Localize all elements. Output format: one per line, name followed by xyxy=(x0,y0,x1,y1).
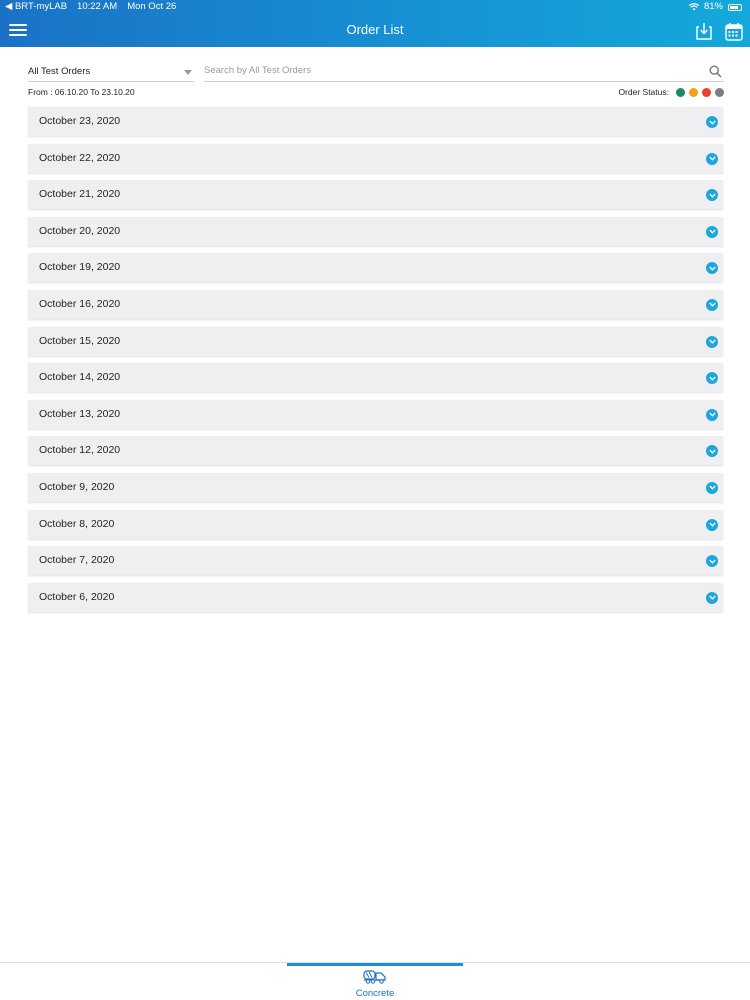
order-date-label: October 21, 2020 xyxy=(39,188,121,201)
order-date-row[interactable]: October 12, 2020 xyxy=(28,436,723,466)
order-date-label: October 8, 2020 xyxy=(39,517,115,530)
chevron-down-icon xyxy=(184,70,192,75)
order-date-label: October 22, 2020 xyxy=(39,151,121,164)
chevron-down-icon[interactable] xyxy=(706,225,718,238)
order-date-row[interactable]: October 19, 2020 xyxy=(28,253,723,283)
order-date-label: October 16, 2020 xyxy=(39,297,121,310)
chevron-down-icon[interactable] xyxy=(706,152,718,165)
order-date-row[interactable]: October 7, 2020 xyxy=(28,546,723,576)
date-range-label: From : 06.10.20 To 23.10.20 xyxy=(28,87,135,97)
status-dot-gray xyxy=(715,87,724,97)
status-date: Mon Oct 26 xyxy=(127,1,177,12)
concrete-truck-icon xyxy=(363,970,386,984)
order-date-label: October 23, 2020 xyxy=(39,115,121,127)
order-type-dropdown[interactable]: All Test Orders xyxy=(28,62,194,82)
bottom-tab-bar: Concrete xyxy=(0,962,750,1000)
order-date-row[interactable]: October 8, 2020 xyxy=(28,509,723,539)
tab-concrete[interactable]: Concrete xyxy=(287,966,463,1000)
order-date-row[interactable]: October 22, 2020 xyxy=(28,143,723,173)
chevron-down-icon[interactable] xyxy=(706,445,718,458)
chevron-down-icon[interactable] xyxy=(706,262,718,275)
chevron-down-icon[interactable] xyxy=(706,555,718,568)
order-date-label: October 6, 2020 xyxy=(39,590,115,603)
back-to-app-link[interactable]: ◀ BRT-myLAB xyxy=(5,0,67,14)
back-app-label: BRT-myLAB xyxy=(14,1,68,12)
search-field xyxy=(204,60,724,82)
order-date-row[interactable]: October 9, 2020 xyxy=(28,472,723,502)
chevron-down-icon[interactable] xyxy=(706,116,718,128)
status-dot-orange xyxy=(689,87,698,97)
chevron-down-icon[interactable] xyxy=(706,372,718,385)
order-date-label: October 19, 2020 xyxy=(39,261,121,274)
download-icon[interactable] xyxy=(695,21,713,41)
order-date-row[interactable]: October 23, 2020 xyxy=(28,107,723,136)
calendar-icon[interactable] xyxy=(725,21,743,41)
order-date-row[interactable]: October 13, 2020 xyxy=(28,399,723,429)
nav-bar: Order List xyxy=(0,14,750,47)
chevron-down-icon[interactable] xyxy=(706,481,718,494)
order-date-row[interactable]: October 20, 2020 xyxy=(28,216,723,246)
status-bar: ◀ BRT-myLAB 10:22 AM Mon Oct 26 81% xyxy=(0,0,750,14)
wifi-icon xyxy=(688,3,699,11)
status-dot-red xyxy=(702,87,711,97)
chevron-down-icon[interactable] xyxy=(706,189,718,202)
order-date-label: October 12, 2020 xyxy=(39,444,121,457)
order-date-row[interactable]: October 16, 2020 xyxy=(28,289,723,319)
chevron-down-icon[interactable] xyxy=(706,518,718,531)
order-date-label: October 20, 2020 xyxy=(39,224,121,237)
order-date-label: October 14, 2020 xyxy=(39,371,121,384)
tab-concrete-label: Concrete xyxy=(355,988,395,999)
page-title: Order List xyxy=(346,22,404,37)
status-time: 10:22 AM xyxy=(77,1,118,12)
order-status-legend: Order Status: xyxy=(618,87,724,97)
battery-icon xyxy=(728,3,742,11)
app-header: ◀ BRT-myLAB 10:22 AM Mon Oct 26 81% Orde… xyxy=(0,0,750,47)
search-input[interactable] xyxy=(204,60,694,81)
order-date-label: October 13, 2020 xyxy=(39,407,121,420)
order-date-row[interactable]: October 15, 2020 xyxy=(28,326,723,356)
order-date-label: October 7, 2020 xyxy=(39,554,115,567)
order-date-row[interactable]: October 14, 2020 xyxy=(28,363,723,393)
order-date-row[interactable]: October 21, 2020 xyxy=(28,180,723,210)
search-icon[interactable] xyxy=(709,65,722,78)
chevron-down-icon[interactable] xyxy=(706,335,718,348)
order-status-label: Order Status: xyxy=(618,87,669,97)
chevron-down-icon[interactable] xyxy=(706,408,718,421)
status-dot-green xyxy=(676,87,685,97)
order-type-selected: All Test Orders xyxy=(28,66,91,77)
order-list: October 23, 2020 October 22, 2020 Octobe… xyxy=(28,107,723,619)
order-date-label: October 15, 2020 xyxy=(39,334,121,347)
order-date-label: October 9, 2020 xyxy=(39,480,115,493)
chevron-down-icon[interactable] xyxy=(706,591,718,604)
battery-percent: 81% xyxy=(703,1,723,12)
order-date-row[interactable]: October 6, 2020 xyxy=(28,582,723,612)
chevron-down-icon[interactable] xyxy=(706,298,718,311)
